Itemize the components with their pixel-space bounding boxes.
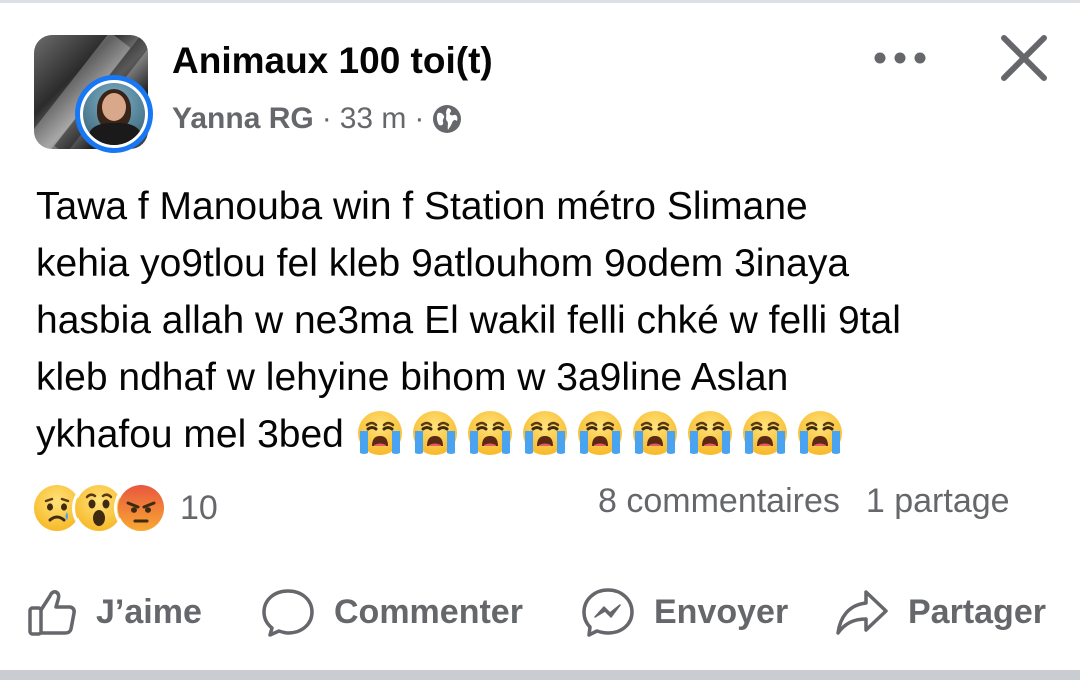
post-text-line: kleb ndhaf w lehyine bihom w 3a9line Asl… bbox=[36, 356, 789, 399]
share-icon bbox=[836, 590, 888, 635]
close-button[interactable] bbox=[996, 30, 1052, 86]
author-name[interactable]: Yanna RG bbox=[172, 102, 314, 136]
thumbs-up-icon bbox=[28, 590, 76, 636]
post-time[interactable]: 33 m bbox=[340, 102, 407, 136]
loudly-crying-face-icon bbox=[409, 407, 461, 459]
loudly-crying-face-icon bbox=[739, 407, 791, 459]
like-button[interactable]: J’aime bbox=[26, 582, 202, 642]
meta-separator: · bbox=[321, 102, 332, 135]
send-button[interactable]: Envoyer bbox=[580, 582, 788, 642]
globe-icon bbox=[432, 104, 462, 134]
comment-label: Commenter bbox=[334, 592, 523, 631]
crying-emoji-row bbox=[354, 407, 846, 459]
top-divider bbox=[0, 0, 1080, 3]
loudly-crying-face-icon bbox=[574, 407, 626, 459]
messenger-icon bbox=[582, 588, 634, 637]
loudly-crying-face-icon bbox=[464, 407, 516, 459]
post-text-line: hasbia allah w ne3ma El wakil felli chké… bbox=[36, 299, 901, 342]
post-meta: Yanna RG · 33 m · bbox=[172, 102, 462, 136]
reaction-count: 10 bbox=[180, 488, 218, 527]
angry-face-icon bbox=[114, 481, 168, 535]
post-text-line: ykhafou mel 3bed bbox=[36, 413, 344, 456]
loudly-crying-face-icon bbox=[519, 407, 571, 459]
post-text: Tawa f Manouba win f Station métro Slima… bbox=[36, 178, 1046, 463]
share-button[interactable]: Partager bbox=[834, 582, 1046, 642]
post-text-line: kehia yo9tlou fel kleb 9atlouhom 9odem 3… bbox=[36, 242, 850, 285]
bottom-divider bbox=[0, 670, 1080, 680]
share-label: Partager bbox=[908, 592, 1046, 631]
comment-button[interactable]: Commenter bbox=[260, 582, 523, 642]
send-label: Envoyer bbox=[654, 592, 789, 631]
loudly-crying-face-icon bbox=[354, 407, 406, 459]
loudly-crying-face-icon bbox=[684, 407, 736, 459]
post-text-line-last: ykhafou mel 3bed bbox=[36, 406, 1046, 463]
loudly-crying-face-icon bbox=[794, 407, 846, 459]
loudly-crying-face-icon bbox=[629, 407, 681, 459]
close-icon bbox=[1001, 35, 1047, 81]
shares-count-link[interactable]: 1 partage bbox=[866, 482, 1010, 520]
author-avatar[interactable] bbox=[75, 75, 153, 153]
meta-separator: · bbox=[414, 102, 425, 135]
post-text-line: Tawa f Manouba win f Station métro Slima… bbox=[36, 185, 808, 228]
post-stats: 8 commentaires 1 partage bbox=[598, 482, 1010, 521]
reactions-summary[interactable]: 10 bbox=[30, 481, 218, 535]
comment-icon bbox=[262, 589, 314, 637]
more-horizontal-icon bbox=[874, 52, 926, 64]
action-bar: J’aime Commenter Envoyer Partager bbox=[0, 582, 1080, 642]
more-options-button[interactable] bbox=[870, 40, 930, 76]
group-name[interactable]: Animaux 100 toi(t) bbox=[172, 40, 493, 82]
comments-count-link[interactable]: 8 commentaires bbox=[598, 482, 840, 520]
like-label: J’aime bbox=[96, 592, 202, 631]
